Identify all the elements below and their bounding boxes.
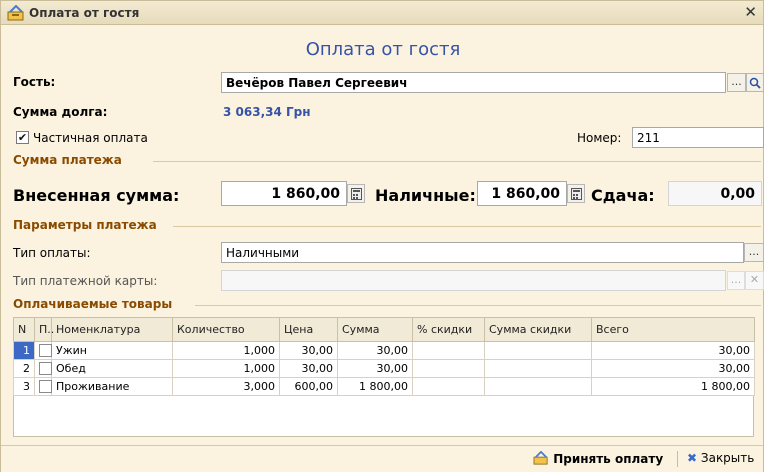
row-number: 1 (13, 341, 35, 360)
payment-window: Оплата от гостя ✕ Оплата от гостя Гость:… (0, 0, 764, 472)
cell-sum[interactable]: 1 800,00 (337, 377, 413, 396)
search-icon (749, 77, 761, 89)
deposited-label: Внесенная сумма: (13, 186, 180, 205)
partial-payment-label: Частичная оплата (33, 131, 148, 145)
change-field: 0,00 (668, 181, 762, 206)
column-header[interactable]: Цена (279, 317, 338, 342)
clear-icon: ✕ (745, 271, 764, 290)
column-header[interactable]: Количество (172, 317, 280, 342)
debt-value: 3 063,34 Грн (223, 105, 311, 119)
section-divider (173, 226, 761, 227)
calculator-icon[interactable] (567, 184, 585, 203)
guest-search-button[interactable] (746, 73, 764, 92)
close-button[interactable]: ✖ Закрыть (687, 451, 754, 465)
column-header[interactable]: Сумма скидки (484, 317, 592, 342)
cell-qty[interactable]: 3,000 (172, 377, 280, 396)
card-type-select-button: ... (727, 271, 745, 290)
close-label: Закрыть (700, 451, 755, 465)
table-row[interactable]: 1 Ужин 1,000 30,00 30,00 30,00 (13, 341, 755, 360)
row-checkbox-cell (34, 341, 52, 360)
pay-type-field[interactable]: Наличными (221, 242, 744, 263)
column-header[interactable]: Сумма (337, 317, 413, 342)
number-label: Номер: (577, 131, 622, 145)
deposited-field[interactable]: 1 860,00 (221, 181, 347, 206)
cell-discount[interactable] (412, 359, 485, 378)
pay-type-label: Тип оплаты: (13, 246, 91, 260)
cell-price[interactable]: 30,00 (279, 359, 338, 378)
column-header[interactable]: % скидки (412, 317, 485, 342)
title-bar: Оплата от гостя ✕ (1, 1, 763, 25)
table-row[interactable]: 3 Проживание 3,000 600,00 1 800,00 1 800… (13, 377, 755, 396)
cell-price[interactable]: 600,00 (279, 377, 338, 396)
section-divider (195, 305, 761, 306)
row-number: 3 (13, 377, 35, 396)
accept-payment-button[interactable]: Принять оплату (533, 450, 664, 466)
row-checkbox[interactable] (39, 380, 52, 394)
change-label: Сдача: (591, 186, 655, 205)
row-checkbox[interactable] (39, 362, 52, 376)
params-section-title: Параметры платежа (13, 218, 157, 232)
card-type-label: Тип платежной карты: (13, 274, 158, 288)
close-icon[interactable]: ✕ (744, 3, 757, 21)
goods-section-title: Оплачиваемые товары (13, 297, 173, 311)
pay-type-select-button[interactable]: ... (744, 243, 764, 262)
cell-sum[interactable]: 30,00 (337, 341, 413, 360)
payment-icon (533, 450, 548, 465)
payment-section-title: Сумма платежа (13, 153, 122, 167)
accept-payment-label: Принять оплату (553, 452, 664, 466)
payment-icon (7, 5, 24, 21)
cell-discount[interactable] (412, 377, 485, 396)
cell-qty[interactable]: 1,000 (172, 341, 280, 360)
column-header[interactable]: Всего (591, 317, 755, 342)
column-header[interactable]: Номенклатура (51, 317, 173, 342)
footer-divider (677, 451, 678, 467)
cell-total[interactable]: 30,00 (591, 359, 755, 378)
row-number: 2 (13, 359, 35, 378)
row-checkbox-cell (34, 359, 52, 378)
table-header-row: N П.. Номенклатура Количество Цена Сумма… (13, 317, 755, 342)
card-type-field (221, 270, 726, 291)
cell-qty[interactable]: 1,000 (172, 359, 280, 378)
cell-price[interactable]: 30,00 (279, 341, 338, 360)
cell-total[interactable]: 30,00 (591, 341, 755, 360)
window-title: Оплата от гостя (29, 6, 140, 20)
cell-discount-sum[interactable] (484, 359, 592, 378)
row-checkbox-cell (34, 377, 52, 396)
cell-sum[interactable]: 30,00 (337, 359, 413, 378)
guest-select-button[interactable]: ... (727, 73, 746, 92)
cell-total[interactable]: 1 800,00 (591, 377, 755, 396)
row-checkbox[interactable] (39, 344, 52, 358)
column-header[interactable]: N (13, 317, 35, 342)
cell-discount-sum[interactable] (484, 377, 592, 396)
guest-label: Гость: (13, 75, 56, 89)
cash-field[interactable]: 1 860,00 (477, 181, 567, 206)
cell-name[interactable]: Обед (51, 359, 173, 378)
table-row[interactable]: 2 Обед 1,000 30,00 30,00 30,00 (13, 359, 755, 378)
cell-name[interactable]: Проживание (51, 377, 173, 396)
goods-table[interactable]: N П.. Номенклатура Количество Цена Сумма… (13, 317, 755, 396)
cell-name[interactable]: Ужин (51, 341, 173, 360)
cell-discount[interactable] (412, 341, 485, 360)
close-icon: ✖ (687, 451, 698, 465)
calculator-icon[interactable] (347, 184, 365, 203)
number-field[interactable]: 211 (632, 127, 764, 148)
section-divider (153, 161, 761, 162)
guest-field[interactable]: Вечёров Павел Сергеевич (221, 72, 726, 93)
page-title: Оплата от гостя (305, 39, 461, 60)
column-header[interactable]: П.. (34, 317, 54, 342)
cash-label: Наличные: (375, 186, 476, 205)
cell-discount-sum[interactable] (484, 341, 592, 360)
footer-bar: Принять оплату ✖ Закрыть (1, 445, 763, 472)
debt-label: Сумма долга: (13, 105, 108, 119)
partial-payment-checkbox[interactable]: ✔ (16, 131, 29, 144)
